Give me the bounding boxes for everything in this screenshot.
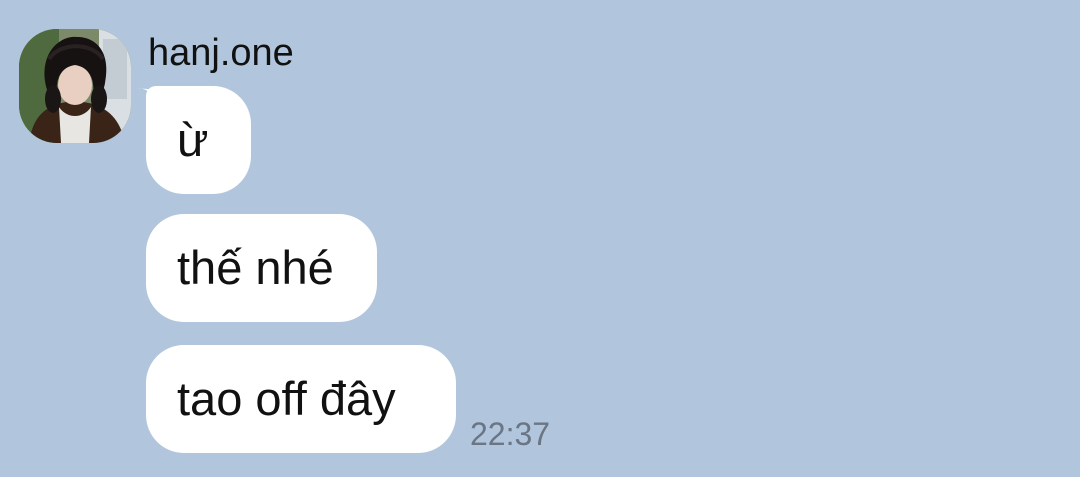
message-timestamp: 22:37 — [470, 416, 551, 452]
message-text: ừ — [177, 113, 209, 166]
message-text: thế nhé — [177, 241, 334, 294]
message-bubble[interactable]: thế nhé — [146, 214, 377, 322]
chat-view: hanj.one ừ thế nhé tao off đây 22:37 — [0, 0, 1080, 477]
sender-name: hanj.one — [148, 32, 294, 74]
message-text: tao off đây — [177, 372, 396, 425]
message-bubble[interactable]: ừ — [146, 86, 251, 194]
avatar-photo-icon — [19, 29, 131, 143]
message-bubble[interactable]: tao off đây — [146, 345, 456, 453]
avatar[interactable] — [19, 29, 131, 143]
